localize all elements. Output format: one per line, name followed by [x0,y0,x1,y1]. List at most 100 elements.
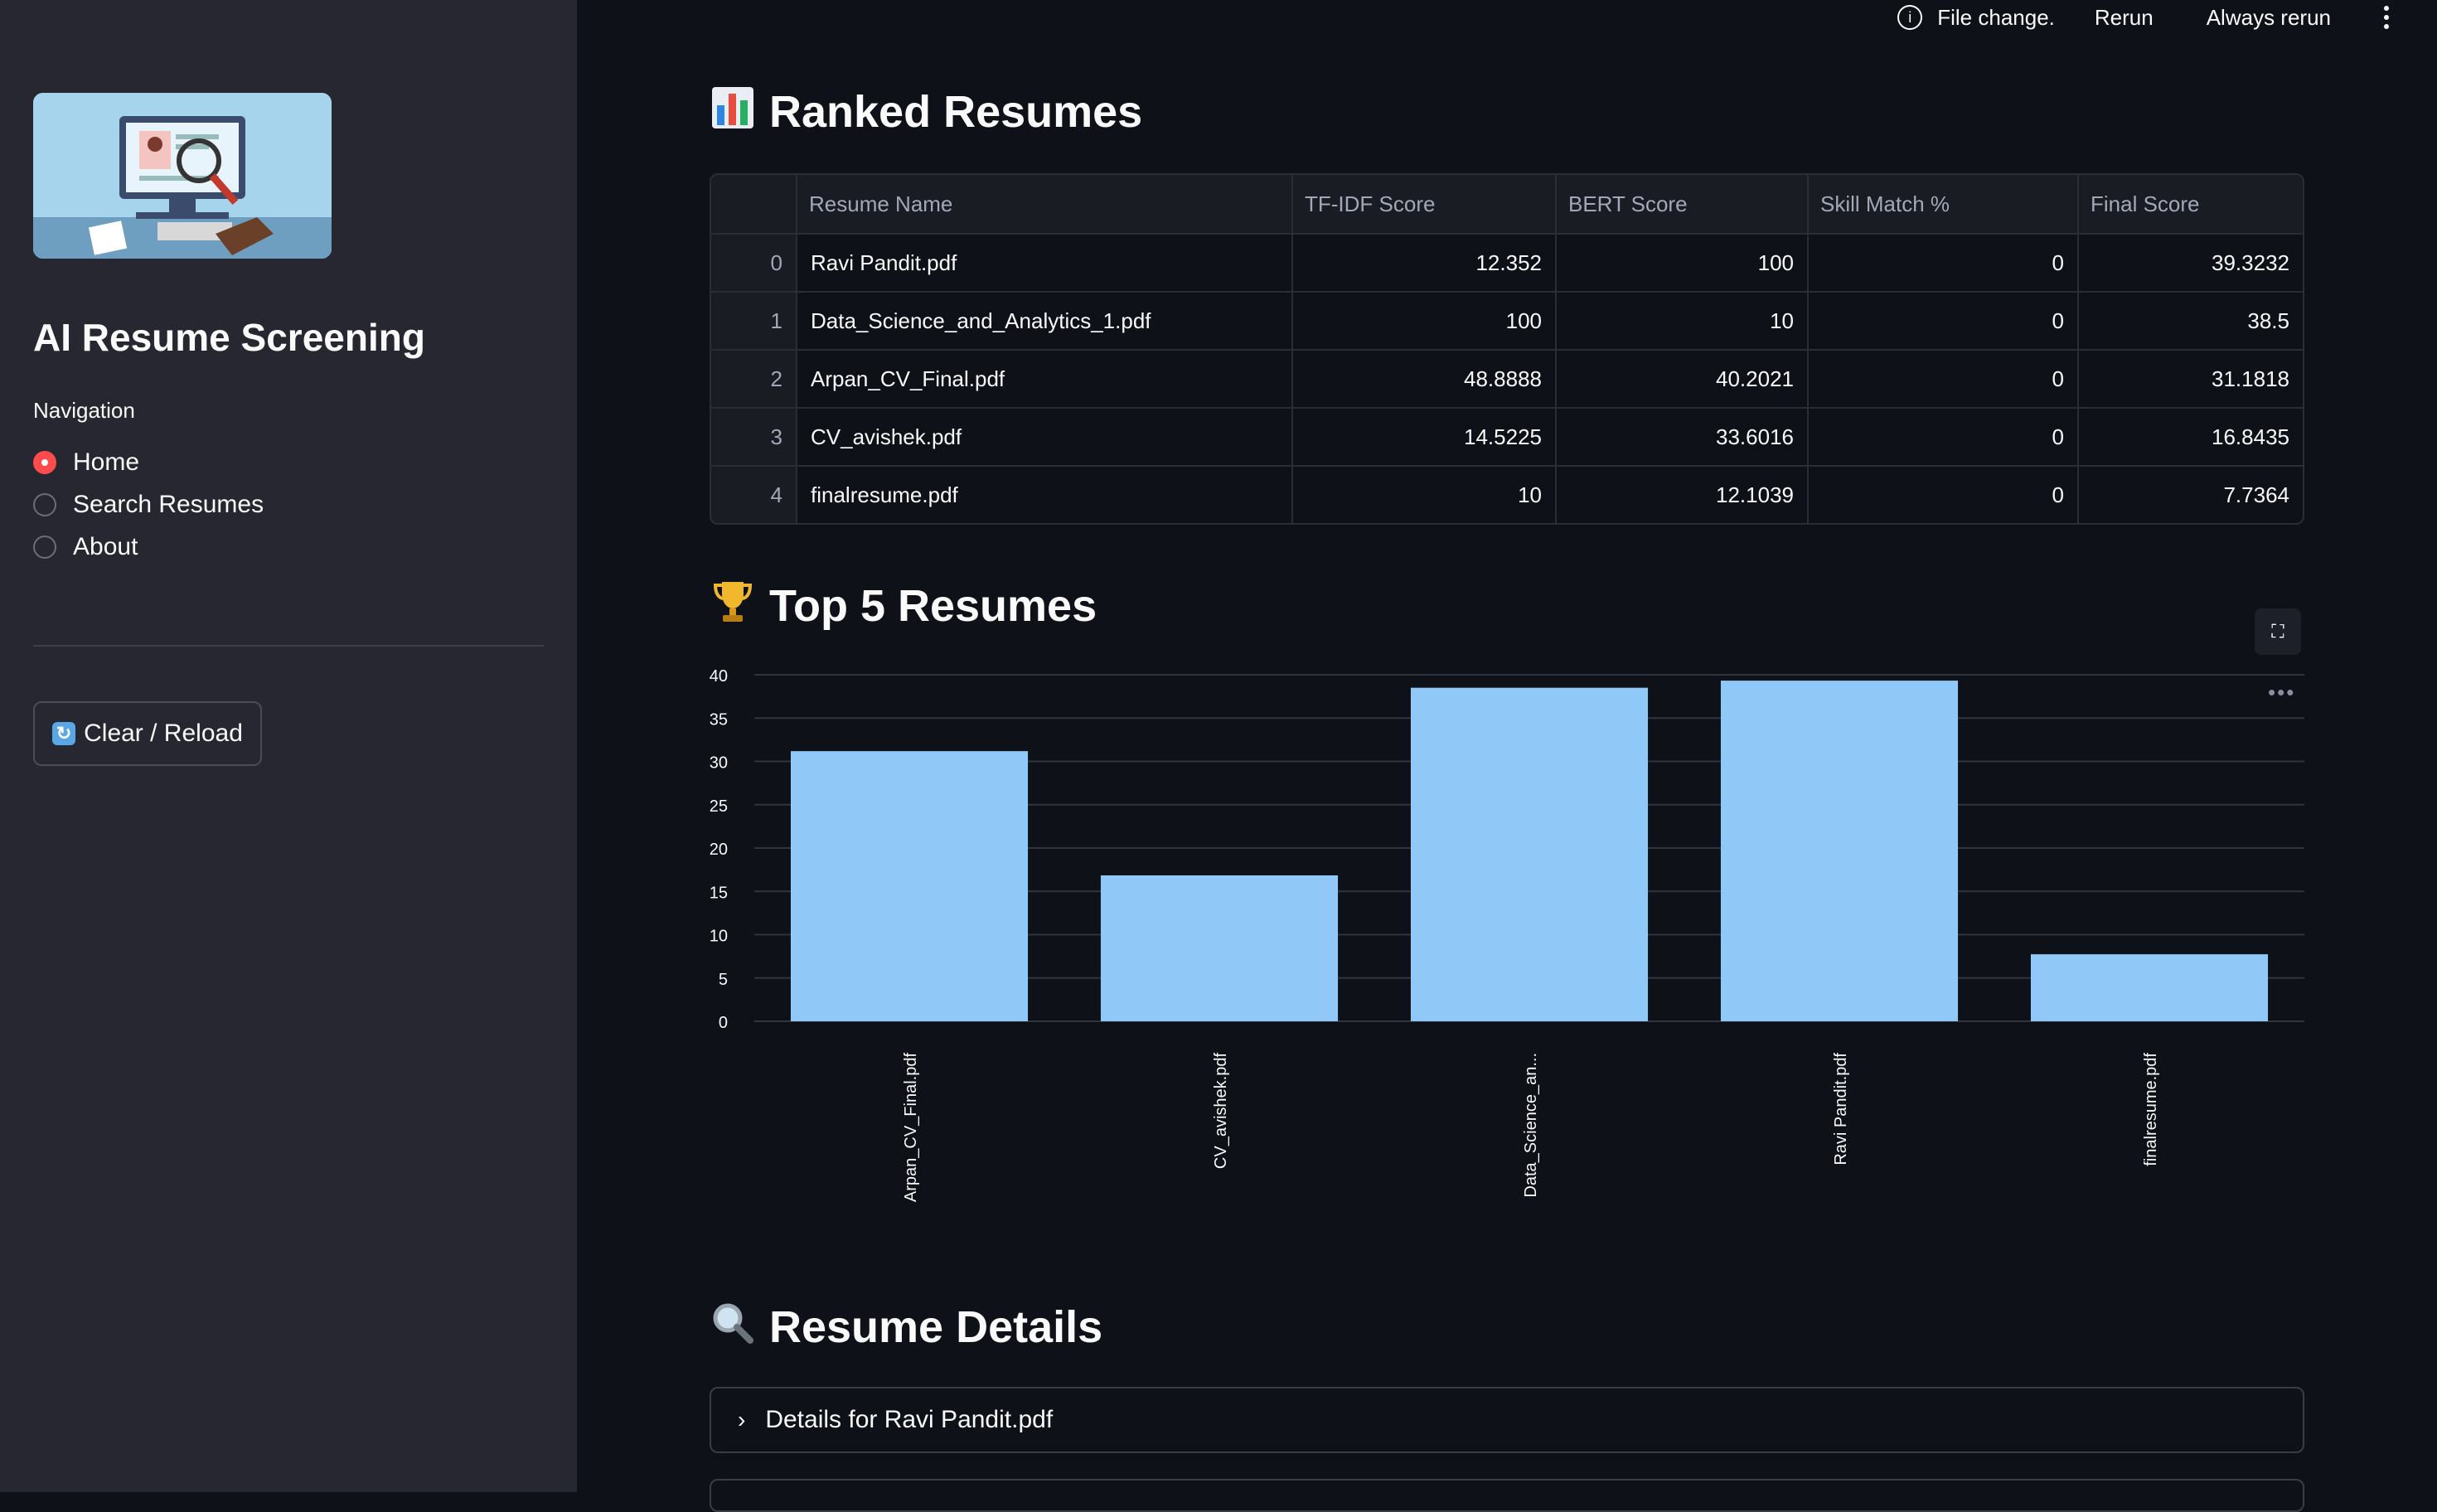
table-cell[interactable]: 38.5 [2078,292,2303,351]
row-index: 4 [711,466,797,523]
navigation-radio-group: Home Search Resumes About [33,441,264,568]
main-menu-icon[interactable] [2384,6,2391,29]
table-cell[interactable]: 33.6016 [1556,408,1809,467]
table-cell[interactable]: 7.7364 [2078,466,2303,523]
table-cell[interactable]: 0 [1808,234,2079,293]
rerun-button[interactable]: Rerun [2095,5,2154,31]
bar[interactable] [1410,687,1649,1021]
x-tick-label: Arpan_CV_Final.pdf [902,1053,920,1203]
bar[interactable] [1720,681,1959,1021]
resume-details-expander[interactable]: › Details for Ravi Pandit.pdf [710,1387,2304,1453]
table-cell[interactable]: Ravi Pandit.pdf [797,234,1293,293]
table-cell[interactable]: 10 [1292,466,1557,523]
info-icon: i [1897,5,1923,30]
expander-label: Details for Ravi Pandit.pdf [765,1406,1054,1433]
clear-reload-label: Clear / Reload [84,720,243,747]
column-header-index[interactable] [711,175,797,235]
top-5-resumes-bar-chart: 0 5 10 15 20 25 30 35 40 Arpan_CV_Final.pdf CV_avi… [710,667,2304,1203]
table-cell[interactable]: finalresume.pdf [797,466,1293,523]
nav-option-label: Search Resumes [73,490,264,518]
table-cell[interactable]: 0 [1808,350,2079,409]
nav-option-label: About [73,532,138,560]
table-cell[interactable]: 0 [1808,466,2079,523]
resume-details-expander[interactable] [710,1479,2304,1512]
table-cell[interactable]: Arpan_CV_Final.pdf [797,350,1293,409]
y-tick-label: 25 [710,797,728,816]
column-header[interactable]: Final Score [2078,175,2303,235]
fullscreen-expand-icon[interactable]: ⛶ [2255,608,2301,655]
table-cell[interactable]: CV_avishek.pdf [797,408,1293,467]
top-5-resumes-heading: Top 5 Resumes [710,579,1097,632]
table-cell[interactable]: 12.1039 [1556,466,1809,523]
section-title: Resume Details [769,1302,1103,1352]
resume-details-heading: Resume Details [710,1301,1102,1353]
ranked-resumes-heading: Ranked Resumes [710,86,1142,138]
section-title: Ranked Resumes [769,87,1143,137]
table-cell[interactable]: 100 [1556,234,1809,293]
table-row: 2 Arpan_CV_Final.pdf 48.8888 40.2021 0 3… [711,350,2303,409]
table-cell[interactable]: 0 [1808,408,2079,467]
always-rerun-button[interactable]: Always rerun [2207,5,2331,31]
resume-screening-illustration [33,93,332,259]
x-tick-label: CV_avishek.pdf [1212,1053,1230,1170]
row-index: 0 [711,234,797,293]
bar[interactable] [2030,954,2269,1021]
bar[interactable] [1100,875,1339,1021]
table-row: 0 Ravi Pandit.pdf 12.352 100 0 39.3232 [711,234,2303,293]
table-row: 1 Data_Science_and_Analytics_1.pdf 100 1… [711,292,2303,351]
sidebar: AI Resume Screening Navigation Home Sear… [0,0,577,1492]
app-title: AI Resume Screening [33,316,425,359]
y-tick-label: 40 [710,667,728,686]
section-title: Top 5 Resumes [769,580,1097,631]
table-cell[interactable]: 10 [1556,292,1809,351]
row-index: 2 [711,350,797,409]
radio-unchecked-icon[interactable] [33,535,56,559]
navigation-label: Navigation [33,398,135,423]
x-tick-label: Data_Science_an... [1522,1053,1540,1198]
table-cell[interactable]: 12.352 [1292,234,1557,293]
y-tick-label: 35 [710,710,728,729]
nav-option-home[interactable]: Home [33,441,264,483]
table-header-row: Resume Name TF-IDF Score BERT Score Skil… [711,175,2303,235]
table-cell[interactable]: 31.1818 [2078,350,2303,409]
y-tick-label: 30 [710,754,728,773]
radio-unchecked-icon[interactable] [33,492,56,516]
x-tick-label: finalresume.pdf [2142,1053,2160,1166]
bar[interactable] [790,751,1029,1021]
radio-checked-icon[interactable] [33,450,56,474]
y-tick-label: 10 [710,928,728,946]
table-cell[interactable]: 16.8435 [2078,408,2303,467]
x-tick-label: Ravi Pandit.pdf [1832,1053,1850,1166]
chevron-right-icon: › [738,1407,746,1432]
y-tick-label: 15 [710,884,728,902]
table-cell[interactable]: Data_Science_and_Analytics_1.pdf [797,292,1293,351]
table-cell[interactable]: 100 [1292,292,1557,351]
table-row: 4 finalresume.pdf 10 12.1039 0 7.7364 [711,466,2303,523]
table-cell[interactable]: 48.8888 [1292,350,1557,409]
table-row: 3 CV_avishek.pdf 14.5225 33.6016 0 16.84… [711,408,2303,467]
nav-option-label: Home [73,448,140,476]
column-header[interactable]: Resume Name [797,175,1293,235]
table-cell[interactable]: 40.2021 [1556,350,1809,409]
top-toolbar: i File change. Rerun Always rerun [1897,0,2437,35]
bar-chart-icon [710,86,756,138]
y-tick-label: 20 [710,841,728,859]
nav-option-search-resumes[interactable]: Search Resumes [33,483,264,526]
clear-reload-button[interactable]: ↻ Clear / Reload [33,701,262,766]
y-tick-label: 5 [719,971,728,989]
table-cell[interactable]: 14.5225 [1292,408,1557,467]
column-header[interactable]: Skill Match % [1808,175,2079,235]
magnifying-glass-icon [710,1302,756,1353]
y-tick-label: 0 [719,1014,728,1032]
trophy-icon [710,579,756,632]
table-cell[interactable]: 0 [1808,292,2079,351]
sidebar-divider [33,645,544,647]
refresh-icon: ↻ [52,722,76,745]
column-header[interactable]: BERT Score [1556,175,1809,235]
column-header[interactable]: TF-IDF Score [1292,175,1557,235]
row-index: 1 [711,292,797,351]
row-index: 3 [711,408,797,467]
nav-option-about[interactable]: About [33,526,264,568]
table-cell[interactable]: 39.3232 [2078,234,2303,293]
ranked-resumes-table[interactable]: Resume Name TF-IDF Score BERT Score Skil… [710,173,2304,525]
